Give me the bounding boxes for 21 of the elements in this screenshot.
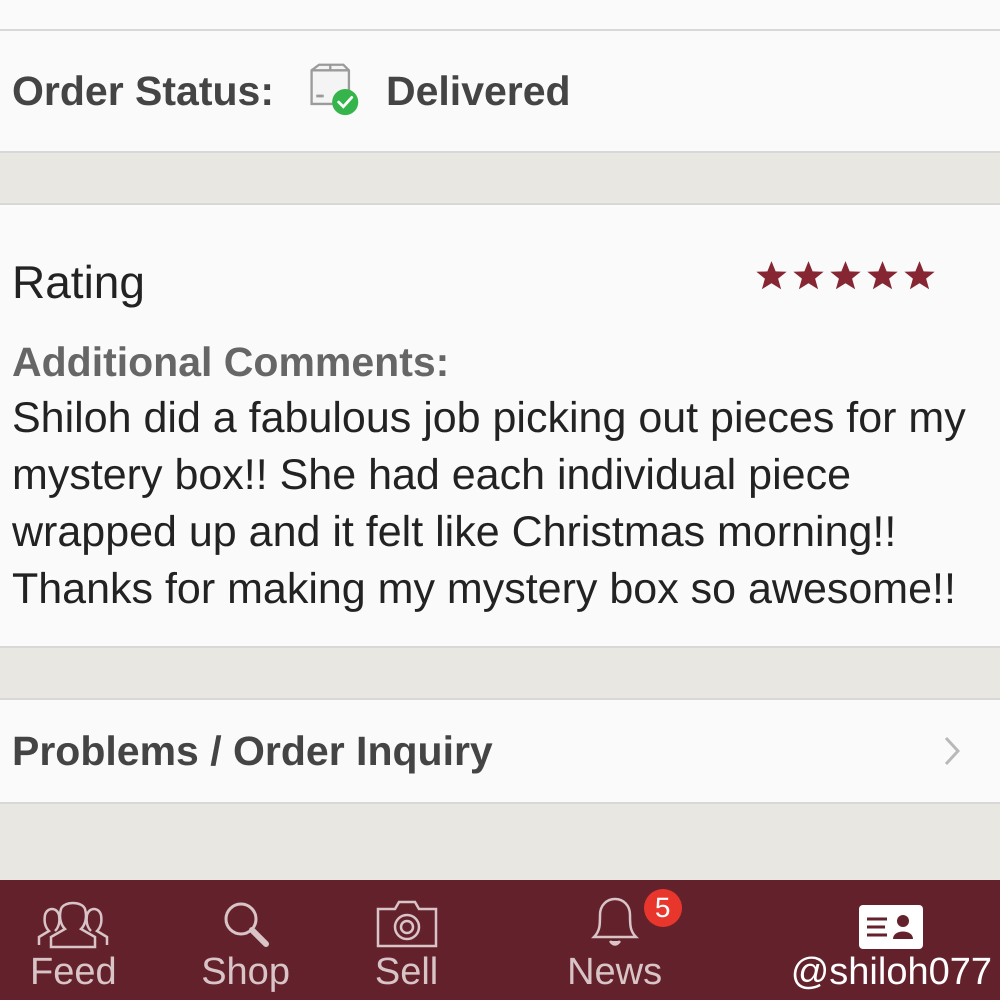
chevron-right-icon [944, 736, 960, 766]
star-icon [829, 258, 862, 292]
tab-button[interactable]: Shop [201, 880, 290, 1000]
tab-button[interactable]: Sell [374, 880, 439, 1000]
order-status-label: Order Status: [12, 68, 274, 114]
notification-badge: 5 [644, 889, 682, 927]
camera-icon [374, 899, 439, 949]
tab-button[interactable]: 5 News [523, 880, 706, 1000]
comments-label: Additional Comments: [12, 339, 450, 386]
comments-text: Shiloh did a fabulous job picking out pieces for my mystery box!! She had each individual piece wrapped up and it felt like Christmas morning!! Thanks for making my mystery box so awesome!! [12, 393, 967, 615]
id-card-icon [859, 905, 924, 949]
rating-label: Rating [12, 255, 145, 309]
order-status-value: Delivered [386, 68, 571, 114]
problems-label: Problems / Order Inquiry [12, 728, 493, 774]
star-icon [866, 258, 899, 292]
tab-button[interactable]: @shiloh077 [790, 880, 992, 1000]
star-icon [792, 258, 825, 292]
tab-button[interactable]: Feed [30, 880, 117, 1000]
star-icon [755, 258, 788, 292]
problems-row[interactable]: Problems / Order Inquiry [0, 698, 1000, 804]
star-icon [903, 258, 936, 292]
